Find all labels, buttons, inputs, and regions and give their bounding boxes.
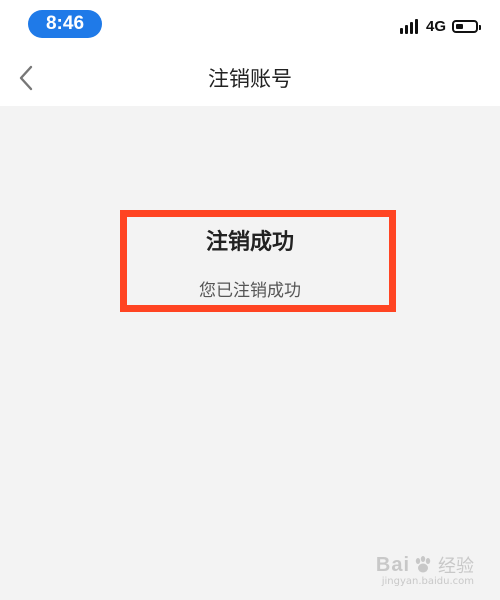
watermark-brand: Bai — [375, 553, 410, 576]
paw-icon — [415, 556, 431, 573]
watermark-brand-suffix: 经验 — [438, 556, 474, 577]
page-title: 注销账号 — [208, 67, 292, 91]
content-area: 注销成功 您已注销成功 — [0, 106, 500, 600]
battery-icon — [452, 19, 481, 33]
status-bar: 8:46 4G — [0, 0, 500, 50]
status-indicators: 4G — [399, 14, 481, 38]
status-time: 8:46 — [28, 10, 102, 38]
battery-level — [456, 23, 463, 29]
result-message: 您已注销成功 — [199, 281, 301, 301]
signal-strength-icon — [399, 18, 420, 34]
watermark-site: jingyan.baidu.com — [381, 576, 474, 587]
watermark: Bai 经验 jingyan.baidu.com — [375, 552, 474, 588]
nav-bar: 注销账号 — [0, 50, 500, 106]
network-type: 4G — [425, 17, 446, 35]
result-title: 注销成功 — [205, 230, 294, 255]
